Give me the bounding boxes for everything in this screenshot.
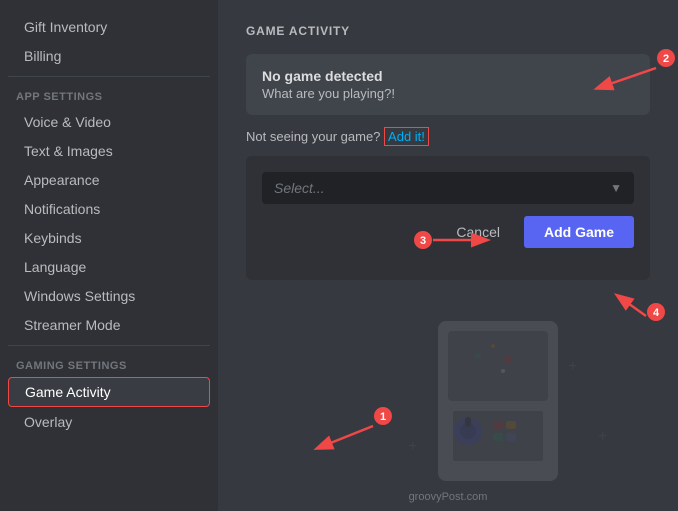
add-game-dialog: Select... ▼ Cancel Add Game bbox=[246, 156, 650, 280]
divider-1 bbox=[8, 76, 210, 77]
not-seeing-text: Not seeing your game? bbox=[246, 129, 380, 144]
cancel-button[interactable]: Cancel bbox=[440, 216, 516, 248]
section-label-app-settings: App Settings bbox=[0, 83, 218, 107]
sidebar-item-windows-settings[interactable]: Windows Settings bbox=[8, 282, 210, 310]
sidebar-item-language[interactable]: Language bbox=[8, 253, 210, 281]
sidebar-item-game-activity[interactable]: Game Activity bbox=[8, 377, 210, 407]
sidebar-item-notifications[interactable]: Notifications bbox=[8, 195, 210, 223]
svg-text:2: 2 bbox=[663, 53, 669, 65]
not-seeing-row: Not seeing your game? Add it! bbox=[246, 129, 650, 144]
sidebar-item-overlay[interactable]: Overlay bbox=[8, 408, 210, 436]
sidebar-item-billing[interactable]: Billing bbox=[8, 42, 210, 70]
page-title: GAME ACTIVITY bbox=[246, 24, 650, 38]
sidebar: Gift Inventory Billing App Settings Voic… bbox=[0, 0, 218, 511]
game-select-dropdown[interactable]: Select... ▼ bbox=[262, 172, 634, 204]
sidebar-item-voice-video[interactable]: Voice & Video bbox=[8, 108, 210, 136]
bg-arcade-illustration: + + + bbox=[358, 291, 678, 511]
sidebar-item-text-images[interactable]: Text & Images bbox=[8, 137, 210, 165]
chevron-down-icon: ▼ bbox=[610, 181, 622, 195]
select-row: Select... ▼ bbox=[262, 172, 634, 204]
add-game-button[interactable]: Add Game bbox=[524, 216, 634, 248]
no-game-subtitle: What are you playing?! bbox=[262, 86, 634, 101]
sidebar-item-gift-inventory[interactable]: Gift Inventory bbox=[8, 13, 210, 41]
no-game-card: No game detected What are you playing?! bbox=[246, 54, 650, 115]
section-label-gaming-settings: Gaming Settings bbox=[0, 352, 218, 376]
divider-2 bbox=[8, 345, 210, 346]
button-row: Cancel Add Game bbox=[262, 216, 634, 248]
svg-text:+: + bbox=[408, 438, 417, 455]
sidebar-item-appearance[interactable]: Appearance bbox=[8, 166, 210, 194]
select-placeholder: Select... bbox=[274, 180, 325, 196]
sidebar-item-streamer-mode[interactable]: Streamer Mode bbox=[8, 311, 210, 339]
svg-text:+: + bbox=[568, 358, 577, 375]
sidebar-item-keybinds[interactable]: Keybinds bbox=[8, 224, 210, 252]
watermark: groovyPost.com bbox=[409, 491, 488, 503]
main-content: GAME ACTIVITY No game detected What are … bbox=[218, 0, 678, 511]
add-it-link[interactable]: Add it! bbox=[384, 127, 429, 146]
no-game-title: No game detected bbox=[262, 68, 634, 84]
svg-text:+: + bbox=[598, 428, 607, 445]
